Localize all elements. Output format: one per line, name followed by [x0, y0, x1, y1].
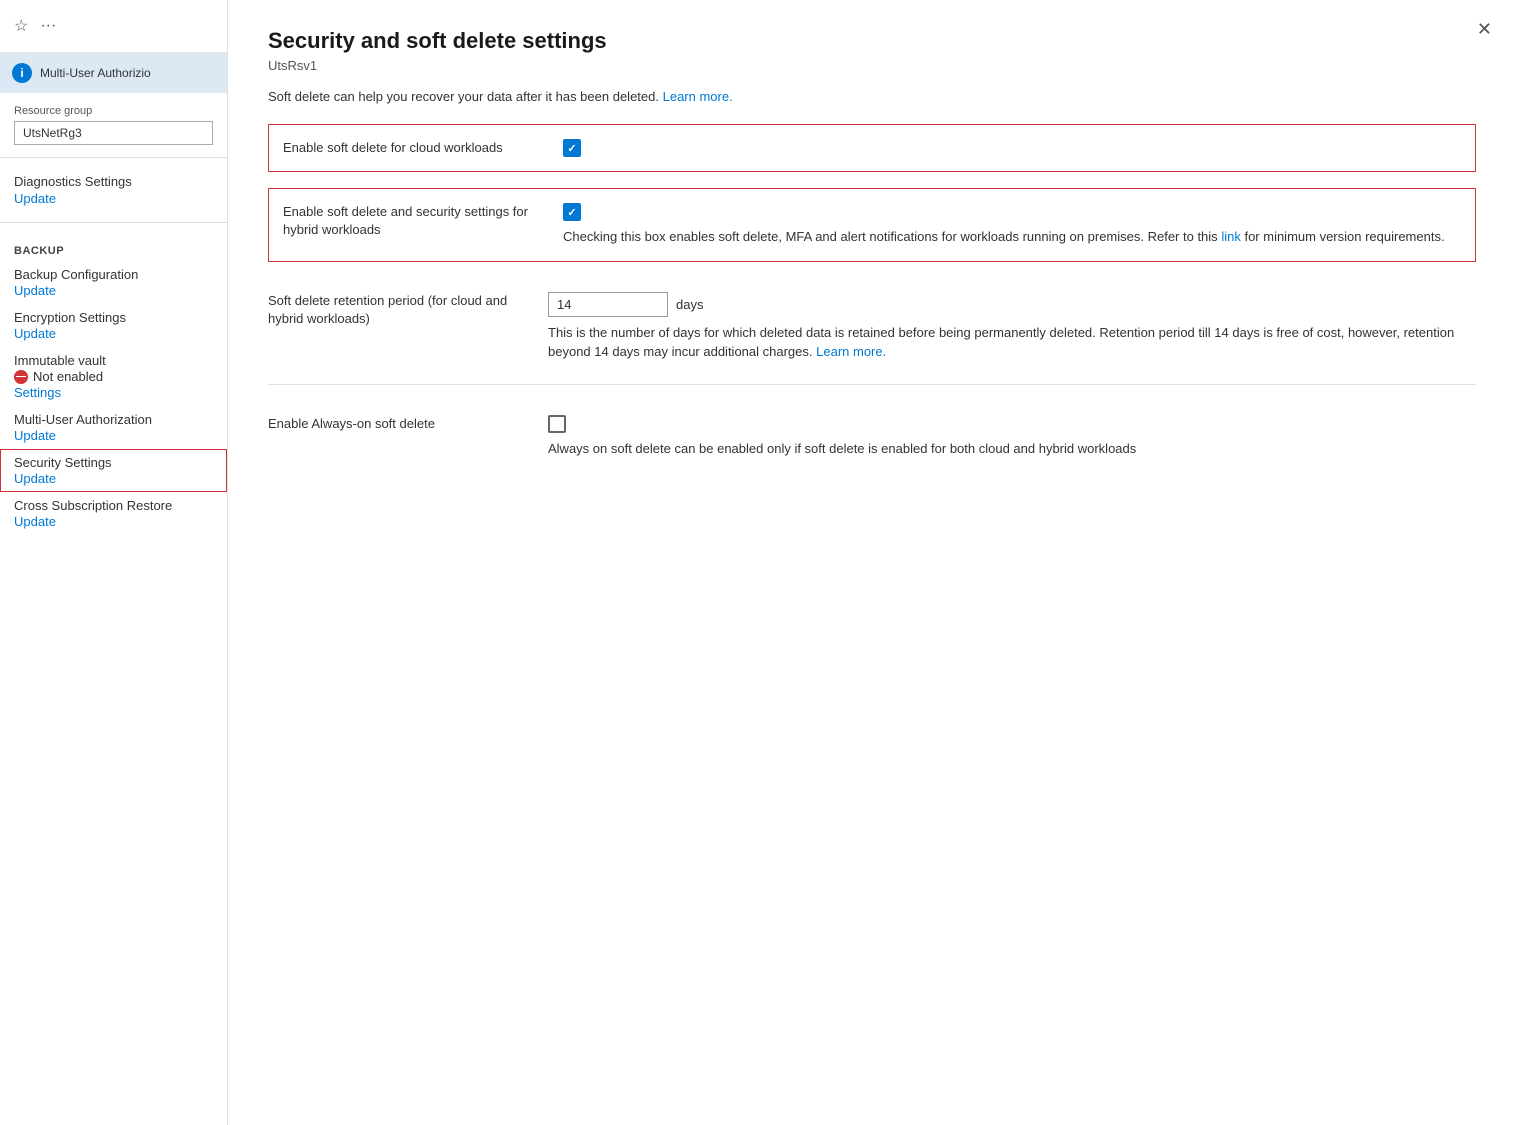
retention-desc-text: This is the number of days for which del…	[548, 325, 1454, 360]
immutable-status: — Not enabled	[14, 369, 213, 384]
hybrid-workloads-row: Enable soft delete and security settings…	[268, 188, 1476, 262]
immutable-status-text: Not enabled	[33, 369, 103, 384]
encryption-title: Encryption Settings	[14, 310, 213, 325]
page-description: Soft delete can help you recover your da…	[268, 89, 1476, 104]
hybrid-workloads-checkbox-row: ✓	[563, 203, 1461, 221]
days-label: days	[676, 297, 703, 312]
diagnostics-section: Diagnostics Settings Update	[0, 166, 227, 214]
always-on-control: Always on soft delete can be enabled onl…	[548, 415, 1476, 459]
cross-sub-link[interactable]: Update	[14, 514, 213, 529]
hybrid-workloads-control: ✓ Checking this box enables soft delete,…	[563, 203, 1461, 247]
sidebar-item-cross-sub: Cross Subscription Restore Update	[0, 492, 227, 535]
main-panel: ✕ Security and soft delete settings UtsR…	[228, 0, 1516, 1125]
hybrid-workloads-description: Checking this box enables soft delete, M…	[563, 227, 1461, 247]
diagnostics-update-link[interactable]: Update	[14, 191, 213, 206]
retention-input[interactable]	[548, 292, 668, 317]
cloud-workloads-checkbox[interactable]: ✓	[563, 139, 581, 157]
resource-group-section: Resource group UtsNetRg3	[0, 93, 227, 149]
checkmark-icon-2: ✓	[567, 206, 576, 219]
security-settings-title: Security Settings	[14, 455, 213, 470]
always-on-description: Always on soft delete can be enabled onl…	[548, 439, 1476, 459]
hybrid-workloads-label: Enable soft delete and security settings…	[283, 203, 563, 239]
sidebar-item-security-settings: Security Settings Update	[0, 449, 227, 492]
backup-header: BACKUP	[0, 231, 227, 261]
always-on-checkbox[interactable]	[548, 415, 566, 433]
mua-title: Multi-User Authorization	[14, 412, 213, 427]
security-settings-link[interactable]: Update	[14, 471, 213, 486]
always-on-row: Enable Always-on soft delete Always on s…	[268, 401, 1476, 473]
retention-learn-more-link[interactable]: Learn more.	[816, 344, 886, 359]
close-button[interactable]: ✕	[1477, 20, 1492, 38]
retention-label: Soft delete retention period (for cloud …	[268, 292, 548, 328]
diagnostics-label: Diagnostics Settings	[14, 174, 213, 189]
ellipsis-icon[interactable]: ···	[40, 17, 56, 35]
resource-group-input[interactable]: UtsNetRg3	[14, 121, 213, 145]
retention-period-row: Soft delete retention period (for cloud …	[268, 278, 1476, 376]
resource-group-label: Resource group	[14, 105, 213, 117]
page-subtitle: UtsRsv1	[268, 58, 1476, 73]
cross-sub-title: Cross Subscription Restore	[14, 498, 213, 513]
backup-config-link[interactable]: Update	[14, 283, 213, 298]
always-on-checkbox-row	[548, 415, 1476, 433]
sidebar: ☆ ··· i Multi-User Authorizio Resource g…	[0, 0, 228, 1125]
not-enabled-icon: —	[14, 370, 28, 384]
sidebar-item-mua: Multi-User Authorization Update	[0, 406, 227, 449]
sidebar-item-immutable-vault: Immutable vault — Not enabled Settings	[0, 347, 227, 406]
sidebar-item-backup-config: Backup Configuration Update	[0, 261, 227, 304]
sidebar-item-encryption: Encryption Settings Update	[0, 304, 227, 347]
info-icon: i	[12, 63, 32, 83]
section-divider	[268, 384, 1476, 385]
cloud-workloads-label: Enable soft delete for cloud workloads	[283, 139, 563, 157]
retention-input-row: days	[548, 292, 1476, 317]
main-learn-more-link[interactable]: Learn more.	[663, 89, 733, 104]
encryption-link[interactable]: Update	[14, 326, 213, 341]
immutable-vault-title: Immutable vault	[14, 353, 213, 368]
sidebar-top-bar: ☆ ···	[0, 0, 227, 53]
cloud-workloads-checkbox-row: ✓	[563, 139, 1461, 157]
checkmark-icon: ✓	[567, 142, 576, 155]
page-title: Security and soft delete settings	[268, 28, 1476, 54]
retention-control: days This is the number of days for whic…	[548, 292, 1476, 362]
hybrid-desc-suffix: for minimum version requirements.	[1244, 229, 1444, 244]
cloud-workloads-control: ✓	[563, 139, 1461, 157]
hybrid-link[interactable]: link	[1221, 229, 1241, 244]
hybrid-workloads-checkbox[interactable]: ✓	[563, 203, 581, 221]
mua-banner[interactable]: i Multi-User Authorizio	[0, 53, 227, 93]
immutable-vault-link[interactable]: Settings	[14, 385, 213, 400]
description-text: Soft delete can help you recover your da…	[268, 89, 659, 104]
mua-banner-text: Multi-User Authorizio	[40, 66, 151, 80]
retention-description: This is the number of days for which del…	[548, 323, 1476, 362]
cloud-workloads-row: Enable soft delete for cloud workloads ✓	[268, 124, 1476, 172]
hybrid-desc-text: Checking this box enables soft delete, M…	[563, 229, 1218, 244]
mua-link[interactable]: Update	[14, 428, 213, 443]
always-on-label: Enable Always-on soft delete	[268, 415, 548, 433]
backup-config-title: Backup Configuration	[14, 267, 213, 282]
star-icon[interactable]: ☆	[14, 16, 28, 36]
